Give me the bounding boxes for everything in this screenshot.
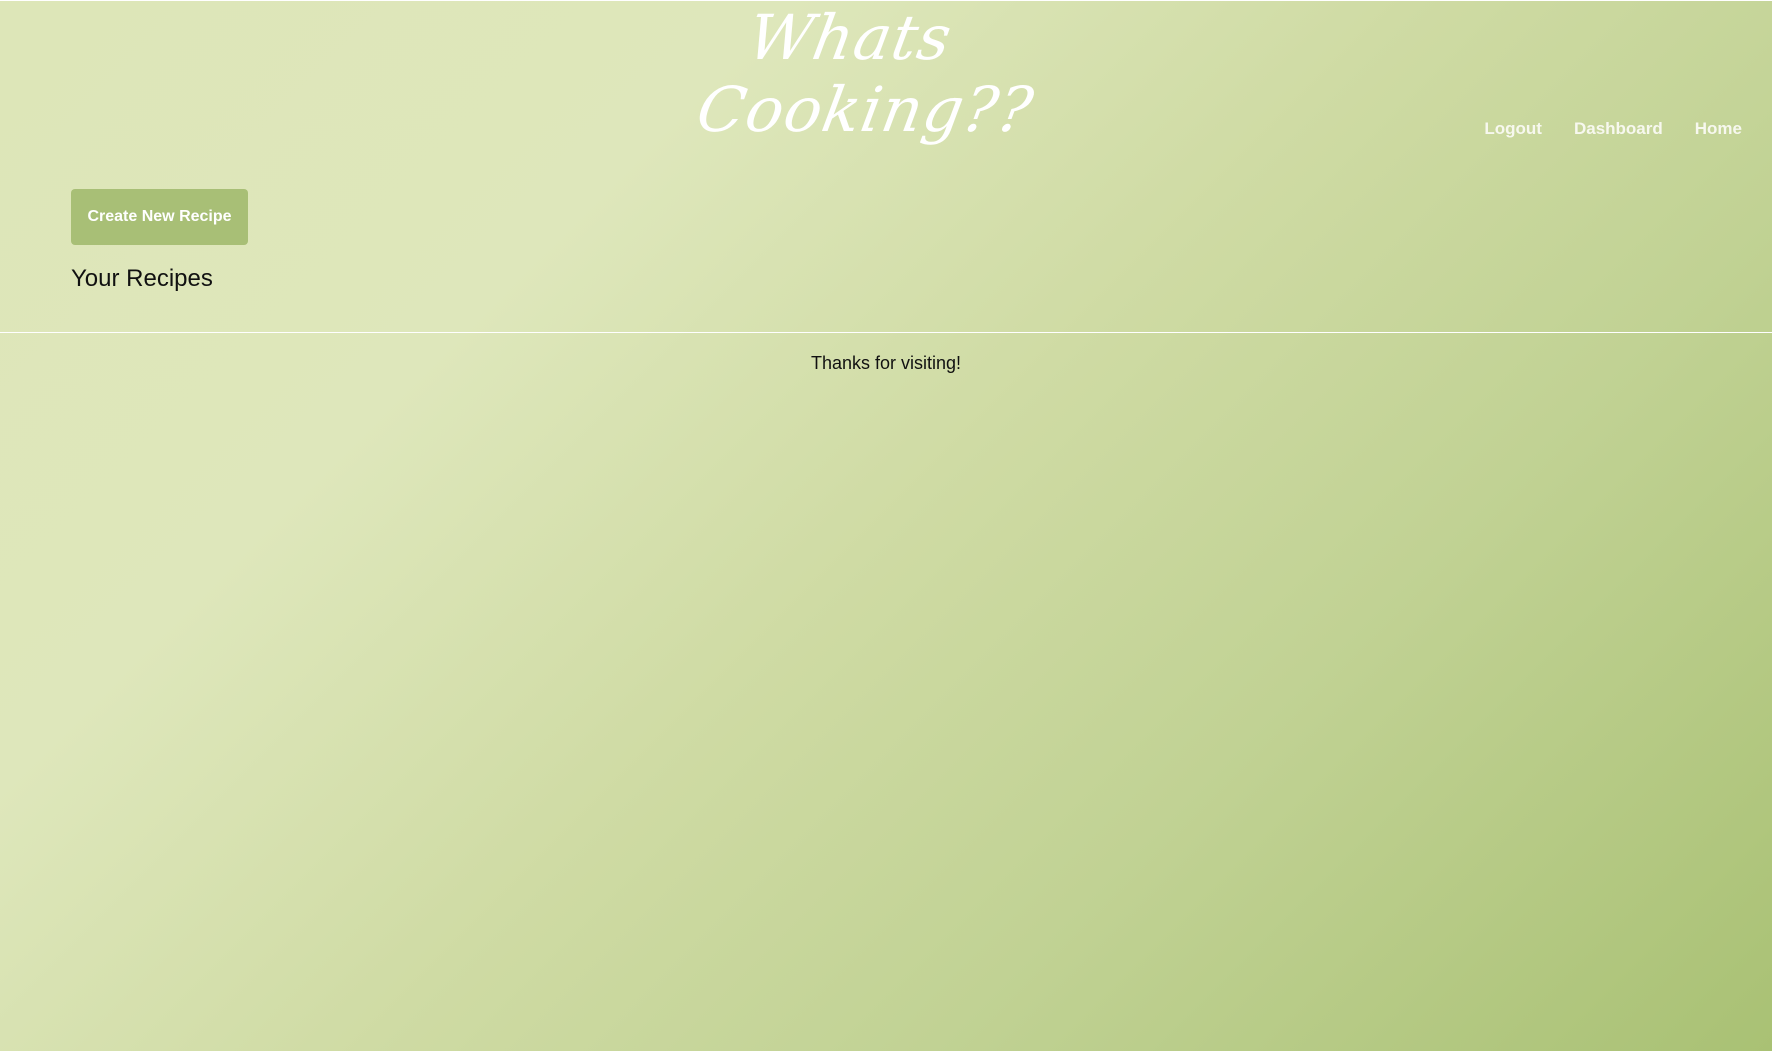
footer-message: Thanks for visiting! bbox=[810, 353, 962, 373]
create-new-recipe-button[interactable]: Create New Recipe bbox=[71, 189, 248, 245]
nav-link-home[interactable]: Home bbox=[1695, 119, 1742, 139]
site-logo: Whats Cooking?? bbox=[692, 1, 1039, 163]
nav-link-dashboard[interactable]: Dashboard bbox=[1574, 119, 1663, 139]
footer-divider bbox=[0, 332, 1772, 333]
nav-link-logout[interactable]: Logout bbox=[1484, 119, 1542, 139]
your-recipes-heading: Your Recipes bbox=[71, 265, 213, 292]
page: Whats Cooking?? Logout Dashboard Home Cr… bbox=[0, 0, 1772, 1051]
brand-title-line2: Cooking?? bbox=[691, 73, 1040, 146]
main-nav: Logout Dashboard Home bbox=[1484, 119, 1742, 139]
brand-title-line1: Whats bbox=[742, 1, 958, 74]
